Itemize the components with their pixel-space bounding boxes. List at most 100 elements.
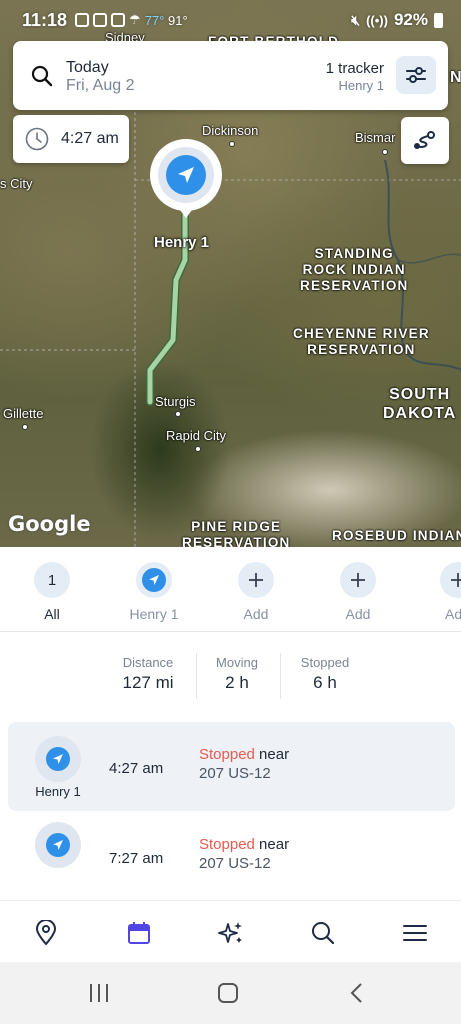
recent-apps-icon	[90, 984, 108, 1002]
map-label-gillette: Gillette	[3, 406, 44, 421]
map-label-standing-rock: STANDING ROCK INDIAN RESERVATION	[300, 246, 409, 293]
nav-menu-button[interactable]	[401, 919, 429, 947]
home-button[interactable]	[217, 982, 239, 1009]
sliders-icon	[406, 67, 426, 83]
event-status: Stopped near	[199, 836, 290, 853]
notification-icons: ☂	[75, 12, 141, 28]
calendar-icon	[111, 13, 126, 27]
map-label-sturgis: Sturgis	[155, 394, 196, 409]
map-label-dickinson: Dickinson	[202, 123, 259, 138]
app-icon	[93, 13, 108, 27]
status-bar: 11:18 ☂ 77° 91° 🔇︎ ((•)) 92%	[0, 0, 461, 40]
trip-stats: Distance 127 mi Moving 2 h Stopped 6 h	[0, 633, 461, 718]
system-nav-bar	[0, 962, 461, 1024]
date-search-card[interactable]: Today Fri, Aug 2 1 tracker Henry 1	[13, 41, 448, 110]
divider	[196, 653, 197, 699]
city-dot	[175, 411, 181, 417]
event-time: 7:27 am	[109, 850, 164, 867]
nav-search-button[interactable]	[309, 919, 337, 947]
calendar-icon	[128, 922, 150, 944]
map-label-pine-ridge: PINE RIDGE RESERVATION	[182, 519, 291, 547]
map-label-rapid-city: Rapid City	[166, 428, 226, 443]
stat-label: Moving	[216, 655, 258, 670]
back-icon	[350, 983, 362, 1003]
plus-icon	[440, 562, 461, 598]
tracker-name: Henry 1	[338, 78, 384, 93]
menu-icon	[403, 925, 427, 941]
chip-time: 4:27 am	[61, 130, 119, 147]
filter-button[interactable]	[396, 56, 436, 94]
tracker-chip-label: Add	[243, 606, 269, 622]
tracker-chip-henry[interactable]: Henry 1	[124, 562, 184, 622]
tracker-count: 1 tracker	[325, 60, 384, 77]
navigation-arrow-icon	[46, 833, 70, 857]
tracker-chip-label: Ad	[445, 606, 461, 622]
tracker-chip-add-partial[interactable]: Ad	[430, 562, 461, 622]
map-label-cheyenne-river: CHEYENNE RIVER RESERVATION	[293, 326, 430, 357]
status-time: 11:18	[22, 9, 68, 30]
timeline-event[interactable]: 7:27 am Stopped near 207 US-12	[8, 812, 455, 901]
time-chip[interactable]: 4:27 am	[13, 115, 129, 163]
tracker-map-marker[interactable]	[149, 138, 223, 220]
wifi-icon: ((•))	[366, 12, 388, 28]
timeline-event[interactable]: Henry 1 4:27 am Stopped near 207 US-12	[8, 722, 455, 811]
event-tracker-name: Henry 1	[35, 784, 81, 799]
event-address: 207 US-12	[199, 765, 271, 782]
map-label-city-left: s City	[0, 176, 33, 191]
map-label-rosebud: ROSEBUD INDIAN	[332, 528, 461, 543]
route-button[interactable]	[401, 117, 449, 164]
tracker-chip-label: Henry 1	[129, 606, 179, 622]
navigation-arrow-icon	[46, 747, 70, 771]
tracker-avatar	[35, 736, 81, 782]
map-label-south-dakota: SOUTH DAKOTA	[383, 386, 457, 422]
mute-icon: 🔇︎	[351, 11, 361, 28]
stat-distance: Distance 127 mi	[110, 655, 186, 693]
city-dot	[382, 149, 388, 155]
tracker-count-circle: 1	[34, 562, 70, 598]
city-dot	[22, 424, 28, 430]
nav-insights-button[interactable]	[217, 919, 245, 947]
google-logo: Google	[8, 512, 91, 536]
plus-icon	[340, 562, 376, 598]
tracker-chip-label: Add	[345, 606, 371, 622]
marker-label: Henry 1	[154, 234, 210, 251]
stat-stopped: Stopped 6 h	[290, 655, 360, 693]
bottom-nav	[0, 900, 461, 962]
plus-icon	[238, 562, 274, 598]
nav-calendar-button[interactable]	[125, 919, 153, 947]
map-label-bismarck: Bismar	[355, 130, 396, 145]
weather-icon: ☂	[129, 12, 141, 27]
tracker-selector-row: 1 All Henry 1 Add Add Ad	[0, 547, 461, 632]
battery-icon	[434, 12, 443, 28]
search-icon	[312, 922, 335, 945]
status-right: 🔇︎ ((•)) 92%	[351, 10, 443, 30]
tracker-avatar	[35, 822, 81, 868]
event-address: 207 US-12	[199, 855, 271, 872]
tracker-chip-all[interactable]: 1 All	[22, 562, 82, 622]
message-icon	[75, 13, 90, 27]
date-subtitle: Fri, Aug 2	[66, 77, 135, 94]
map-pin-icon	[35, 920, 57, 946]
route-icon	[414, 130, 435, 149]
tracker-avatar	[136, 562, 172, 598]
stat-value: 2 h	[225, 673, 249, 692]
stat-label: Stopped	[300, 655, 350, 670]
back-button[interactable]	[348, 982, 366, 1009]
clock-icon	[25, 127, 49, 151]
divider	[280, 653, 281, 699]
stat-moving: Moving 2 h	[206, 655, 268, 693]
recent-apps-button[interactable]	[88, 982, 110, 1009]
sparkles-icon	[218, 922, 242, 943]
city-dot	[229, 141, 235, 147]
status-temp: 77° 91°	[144, 12, 188, 28]
search-icon[interactable]	[31, 65, 53, 92]
tracker-chip-add[interactable]: Add	[226, 562, 286, 622]
map-label-north-edge: N	[450, 69, 461, 86]
nav-map-button[interactable]	[32, 919, 60, 947]
navigation-arrow-icon	[142, 568, 166, 592]
tracker-chip-add[interactable]: Add	[328, 562, 388, 622]
battery-level: 92%	[393, 10, 428, 29]
stat-value: 127 mi	[122, 673, 174, 692]
stat-label: Distance	[122, 655, 174, 670]
home-icon	[218, 983, 238, 1003]
